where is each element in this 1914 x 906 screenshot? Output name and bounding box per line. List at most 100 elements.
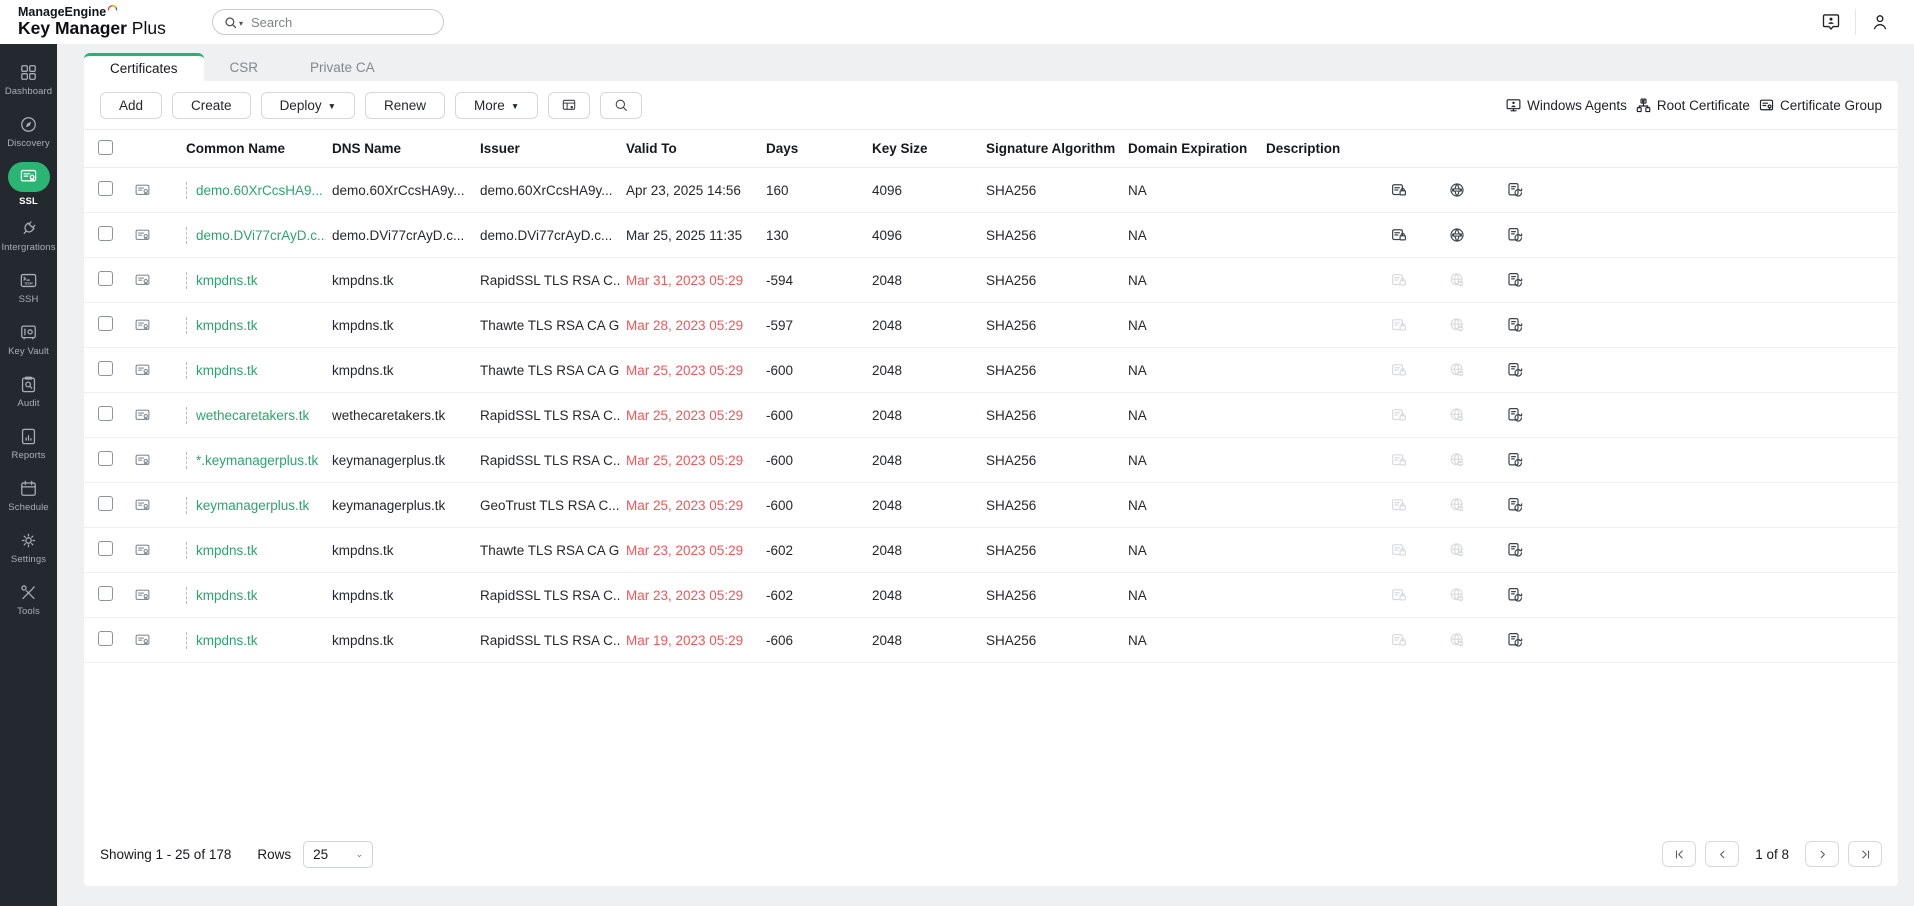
certificate-renew-icon[interactable] (1506, 361, 1524, 379)
last-page-button[interactable] (1848, 841, 1882, 867)
column-header-common-name[interactable]: Common Name (180, 129, 326, 168)
dns-disabled-icon[interactable] (1448, 496, 1466, 514)
row-checkbox[interactable] (98, 451, 113, 466)
next-page-button[interactable] (1805, 841, 1839, 867)
row-checkbox[interactable] (98, 541, 113, 556)
row-checkbox[interactable] (98, 496, 113, 511)
common-name-link[interactable]: wethecaretakers.tk (186, 406, 309, 424)
certificate-lock-icon[interactable] (1390, 496, 1408, 514)
certificate-lock-icon[interactable] (1390, 226, 1408, 244)
search-input[interactable] (251, 14, 402, 30)
sidebar-item-audit[interactable]: Audit (0, 366, 57, 418)
app-logo[interactable]: ManageEngine Key Manager Plus (0, 5, 212, 38)
certificate-lock-icon[interactable] (1390, 361, 1408, 379)
certificate-lock-icon[interactable] (1390, 451, 1408, 469)
root-certificate-link[interactable]: Root Certificate (1635, 97, 1750, 114)
certificate-renew-icon[interactable] (1506, 316, 1524, 334)
sidebar-item-ssl[interactable]: SSL (0, 158, 57, 210)
dns-disabled-icon[interactable] (1448, 586, 1466, 604)
dns-disabled-icon[interactable] (1448, 271, 1466, 289)
certificate-lock-icon[interactable] (1390, 586, 1408, 604)
more-button[interactable]: More ▼ (455, 91, 539, 119)
certificate-renew-icon[interactable] (1506, 451, 1524, 469)
row-checkbox[interactable] (98, 586, 113, 601)
column-settings-button[interactable] (548, 91, 591, 119)
sidebar-item-intergrations[interactable]: Intergrations (0, 210, 57, 262)
sidebar-item-reports[interactable]: Reports (0, 418, 57, 470)
certificate-lock-icon[interactable] (1390, 316, 1408, 334)
dns-disabled-icon[interactable] (1448, 541, 1466, 559)
certificate-lock-icon[interactable] (1390, 271, 1408, 289)
column-header-days[interactable]: Days (760, 129, 866, 168)
column-header-key-size[interactable]: Key Size (866, 129, 980, 168)
sidebar-item-dashboard[interactable]: Dashboard (0, 54, 57, 106)
sidebar-item-settings[interactable]: Settings (0, 522, 57, 574)
dns-disabled-icon[interactable] (1448, 631, 1466, 649)
common-name-link[interactable]: kmpdns.tk (186, 316, 258, 334)
row-checkbox[interactable] (98, 406, 113, 421)
row-checkbox[interactable] (98, 181, 113, 196)
previous-page-button[interactable] (1705, 841, 1740, 867)
row-checkbox[interactable] (98, 361, 113, 376)
common-name-link[interactable]: kmpdns.tk (186, 541, 258, 559)
sidebar-item-tools[interactable]: Tools (0, 574, 57, 626)
certificate-lock-icon[interactable] (1390, 181, 1408, 199)
dns-disabled-icon[interactable] (1448, 451, 1466, 469)
sidebar-item-schedule[interactable]: Schedule (0, 470, 57, 522)
column-header-dns-name[interactable]: DNS Name (326, 129, 474, 168)
certificate-renew-icon[interactable] (1506, 631, 1524, 649)
row-checkbox[interactable] (98, 316, 113, 331)
certificate-lock-icon[interactable] (1390, 541, 1408, 559)
column-header-description[interactable]: Description (1260, 129, 1380, 168)
column-header-domain-expiration[interactable]: Domain Expiration (1122, 129, 1260, 168)
certificate-renew-icon[interactable] (1506, 406, 1524, 424)
certificate-renew-icon[interactable] (1506, 181, 1524, 199)
certificate-group-link[interactable]: Certificate Group (1758, 97, 1882, 114)
tab-private-ca[interactable]: Private CA (284, 53, 401, 81)
certificate-renew-icon[interactable] (1506, 541, 1524, 559)
dns-globe-icon[interactable]: DNS (1448, 181, 1466, 199)
row-checkbox[interactable] (98, 631, 113, 646)
dns-globe-icon[interactable]: DNS (1448, 226, 1466, 244)
certificate-renew-icon[interactable] (1506, 271, 1524, 289)
search-scope-caret-icon[interactable]: ▾ (239, 19, 243, 28)
common-name-link[interactable]: kmpdns.tk (186, 631, 258, 649)
sidebar-item-key-vault[interactable]: Key Vault (0, 314, 57, 366)
certificate-lock-icon[interactable] (1390, 406, 1408, 424)
search-button[interactable] (600, 91, 643, 119)
certificate-renew-icon[interactable] (1506, 496, 1524, 514)
row-checkbox[interactable] (98, 271, 113, 286)
agent-notification-icon[interactable] (1821, 12, 1841, 32)
dns-disabled-icon[interactable] (1448, 406, 1466, 424)
tab-certificates[interactable]: Certificates (84, 53, 204, 81)
tab-csr[interactable]: CSR (204, 53, 285, 81)
column-header-issuer[interactable]: Issuer (474, 129, 620, 168)
deploy-button[interactable]: Deploy ▼ (260, 91, 356, 119)
column-header-valid-to[interactable]: Valid To (620, 129, 760, 168)
rows-per-page-select[interactable]: 25 ⌄ (303, 840, 374, 868)
renew-button[interactable]: Renew (365, 91, 446, 119)
common-name-link[interactable]: demo.DVi77crAyD.c... (186, 226, 326, 244)
certificate-lock-icon[interactable] (1390, 631, 1408, 649)
column-header-signature-algorithm[interactable]: Signature Algorithm (980, 129, 1122, 168)
sidebar-item-ssh[interactable]: SSH SSH (0, 262, 57, 314)
common-name-link[interactable]: kmpdns.tk (186, 361, 258, 379)
create-button[interactable]: Create (172, 91, 251, 119)
common-name-link[interactable]: kmpdns.tk (186, 271, 258, 289)
common-name-link[interactable]: keymanagerplus.tk (186, 496, 309, 514)
windows-agents-link[interactable]: Windows Agents (1505, 97, 1627, 114)
user-profile-icon[interactable] (1870, 12, 1890, 32)
add-button[interactable]: Add (100, 91, 163, 119)
select-all-checkbox[interactable] (98, 139, 113, 155)
common-name-link[interactable]: demo.60XrCcsHA9... (186, 181, 323, 199)
global-search[interactable]: ▾ (212, 9, 444, 35)
first-page-button[interactable] (1662, 841, 1697, 867)
certificate-renew-icon[interactable] (1506, 226, 1524, 244)
dns-disabled-icon[interactable] (1448, 361, 1466, 379)
certificate-renew-icon[interactable] (1506, 586, 1524, 604)
sidebar-item-discovery[interactable]: Discovery (0, 106, 57, 158)
common-name-link[interactable]: *.keymanagerplus.tk (186, 451, 318, 469)
row-checkbox[interactable] (98, 226, 113, 241)
dns-disabled-icon[interactable] (1448, 316, 1466, 334)
common-name-link[interactable]: kmpdns.tk (186, 586, 258, 604)
